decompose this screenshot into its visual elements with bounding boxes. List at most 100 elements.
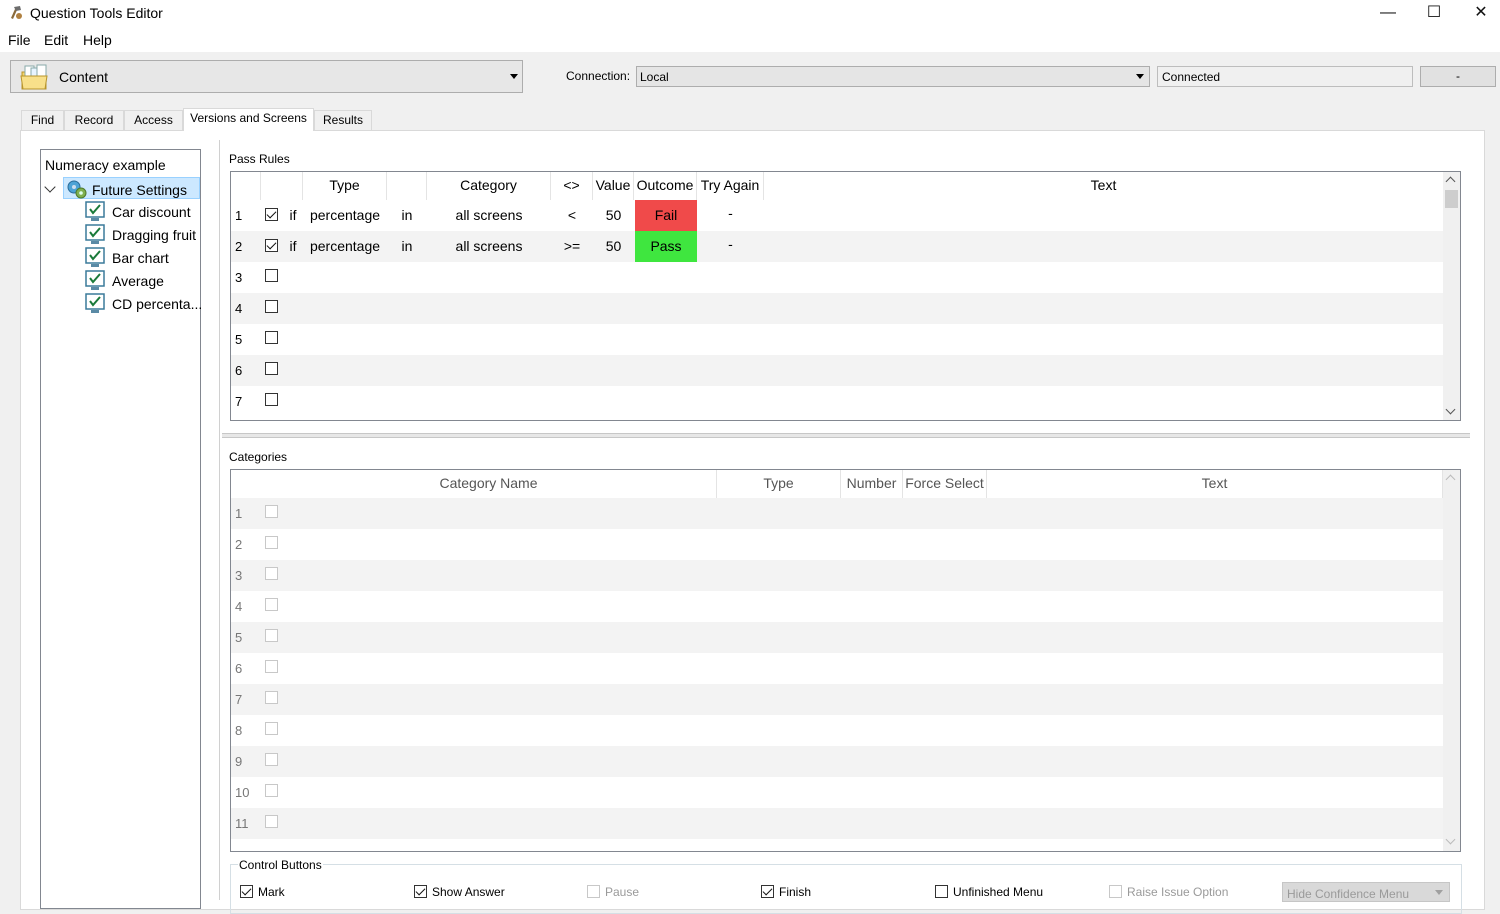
checkbox-box[interactable] — [414, 885, 427, 898]
header-text[interactable]: Text — [764, 172, 1444, 200]
row-number: 6 — [235, 661, 243, 676]
header-number[interactable]: Number — [841, 470, 903, 498]
table-row[interactable]: 6 — [231, 355, 1444, 386]
table-row[interactable]: 7 — [231, 684, 1444, 715]
content-dropdown[interactable]: Content — [10, 60, 523, 93]
category-checkbox[interactable] — [265, 691, 278, 704]
category-checkbox[interactable] — [265, 753, 278, 766]
table-row[interactable]: 1 — [231, 498, 1444, 529]
category-checkbox[interactable] — [265, 536, 278, 549]
table-row[interactable]: 10 — [231, 777, 1444, 808]
table-row[interactable]: 2 — [231, 529, 1444, 560]
header-type[interactable]: Type — [717, 470, 841, 498]
value-cell[interactable]: 50 — [593, 231, 634, 262]
scroll-down-icon[interactable] — [1445, 834, 1456, 845]
tab-versions-and-screens[interactable]: Versions and Screens — [183, 108, 314, 131]
checkbox-box[interactable] — [587, 885, 600, 898]
rule-enabled-checkbox[interactable] — [265, 208, 278, 221]
pass-rules-scrollbar[interactable] — [1443, 172, 1460, 420]
rule-enabled-checkbox[interactable] — [265, 300, 278, 313]
category-checkbox[interactable] — [265, 722, 278, 735]
content-label: Content — [59, 69, 109, 85]
maximize-button[interactable]: ☐ — [1411, 0, 1457, 28]
rule-enabled-checkbox[interactable] — [265, 239, 278, 252]
tab-find[interactable]: Find — [21, 110, 64, 130]
table-row[interactable]: 7 — [231, 386, 1444, 417]
rule-enabled-checkbox[interactable] — [265, 362, 278, 375]
minimize-button[interactable]: — — [1365, 0, 1411, 28]
table-row[interactable]: 3 — [231, 560, 1444, 591]
category-checkbox[interactable] — [265, 629, 278, 642]
table-row[interactable]: 4 — [231, 591, 1444, 622]
operator-cell[interactable]: < — [551, 200, 593, 231]
try-again-cell[interactable]: - — [697, 200, 764, 231]
category-checkbox[interactable] — [265, 660, 278, 673]
value-cell[interactable]: 50 — [593, 200, 634, 231]
scroll-down-icon[interactable] — [1445, 404, 1456, 415]
header-outcome[interactable]: Outcome — [634, 172, 697, 200]
connection-dropdown[interactable]: Local — [636, 66, 1150, 87]
tree-node-future-settings[interactable]: Future Settings — [63, 177, 200, 199]
rule-enabled-checkbox[interactable] — [265, 331, 278, 344]
header-operator[interactable]: <> — [551, 172, 593, 200]
checkbox-box[interactable] — [935, 885, 948, 898]
menu-edit[interactable]: Edit — [44, 32, 68, 48]
rule-enabled-checkbox[interactable] — [265, 393, 278, 406]
table-row[interactable]: 6 — [231, 653, 1444, 684]
in-label: in — [401, 207, 413, 223]
dash-button[interactable]: - — [1420, 66, 1496, 87]
scroll-up-icon[interactable] — [1445, 474, 1456, 485]
type-cell[interactable]: percentage — [303, 231, 387, 262]
checkbox-box[interactable] — [1109, 885, 1122, 898]
header-text[interactable]: Text — [987, 470, 1443, 498]
category-checkbox[interactable] — [265, 784, 278, 797]
categories-grid[interactable]: Category Name Type Number Force Select T… — [230, 469, 1461, 852]
table-row[interactable]: 5 — [231, 622, 1444, 653]
categories-scrollbar[interactable] — [1443, 470, 1460, 851]
checkbox-box[interactable] — [240, 885, 253, 898]
header-value[interactable]: Value — [593, 172, 634, 200]
header-force-select[interactable]: Force Select — [903, 470, 987, 498]
category-checkbox[interactable] — [265, 598, 278, 611]
outcome-fail-cell[interactable]: Fail — [635, 200, 697, 231]
category-checkbox[interactable] — [265, 567, 278, 580]
menu-file[interactable]: File — [8, 32, 31, 48]
chevron-down-icon[interactable] — [44, 181, 56, 193]
category-checkbox[interactable] — [265, 815, 278, 828]
outcome-pass-cell[interactable]: Pass — [635, 231, 697, 262]
header-category-name[interactable]: Category Name — [261, 470, 717, 498]
table-row[interactable]: 9 — [231, 746, 1444, 777]
category-cell[interactable]: all screens — [427, 231, 551, 262]
tree-root[interactable]: Numeracy example — [45, 157, 166, 173]
pass-rules-grid[interactable]: Type Category <> Value Outcome Try Again… — [230, 171, 1461, 421]
table-row[interactable]: 5 — [231, 324, 1444, 355]
tab-record[interactable]: Record — [64, 110, 124, 130]
header-type[interactable]: Type — [303, 172, 387, 200]
screen-tree[interactable]: Numeracy example Future Settings Car dis… — [40, 149, 202, 909]
header-category[interactable]: Category — [427, 172, 551, 200]
hide-confidence-menu-dropdown[interactable]: Hide Confidence Menu — [1282, 882, 1450, 902]
category-cell[interactable]: all screens — [427, 200, 551, 231]
rule-enabled-checkbox[interactable] — [265, 269, 278, 282]
menu-help[interactable]: Help — [83, 32, 112, 48]
table-row[interactable]: 2 if percentage in all screens >= 50 Pas… — [231, 231, 1444, 262]
tree-leaf-label: Average — [112, 273, 164, 289]
table-row[interactable]: 4 — [231, 293, 1444, 324]
table-row[interactable]: 11 — [231, 808, 1444, 839]
header-try-again[interactable]: Try Again — [697, 172, 764, 200]
panel-splitter[interactable] — [222, 433, 1470, 438]
header-blank — [231, 172, 261, 200]
tab-results[interactable]: Results — [314, 110, 372, 130]
close-button[interactable]: ✕ — [1458, 0, 1500, 28]
table-row[interactable]: 1 if percentage in all screens < 50 Fail… — [231, 200, 1444, 231]
checkbox-box[interactable] — [761, 885, 774, 898]
operator-cell[interactable]: >= — [551, 231, 593, 262]
table-row[interactable]: 3 — [231, 262, 1444, 293]
try-again-cell[interactable]: - — [697, 231, 764, 262]
scroll-thumb[interactable] — [1445, 190, 1458, 208]
tab-access[interactable]: Access — [124, 110, 183, 130]
category-checkbox[interactable] — [265, 505, 278, 518]
table-row[interactable]: 8 — [231, 715, 1444, 746]
scroll-up-icon[interactable] — [1445, 176, 1456, 187]
type-cell[interactable]: percentage — [303, 200, 387, 231]
